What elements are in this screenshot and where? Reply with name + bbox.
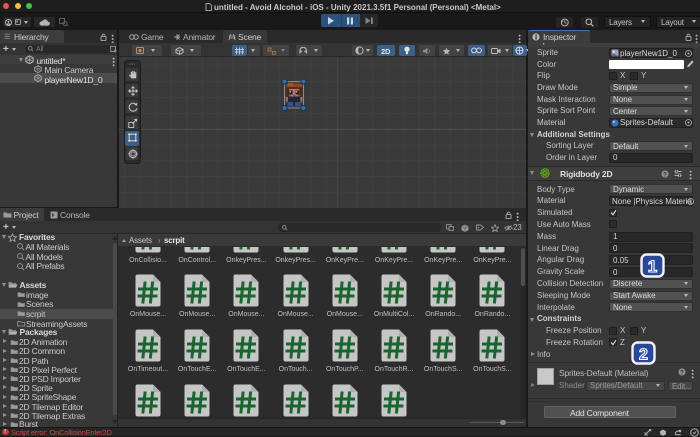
svg-text:2: 2 bbox=[639, 347, 648, 364]
svg-text:1: 1 bbox=[647, 257, 656, 276]
svg-text:?: ? bbox=[663, 172, 667, 178]
svg-text:?: ? bbox=[680, 370, 684, 376]
